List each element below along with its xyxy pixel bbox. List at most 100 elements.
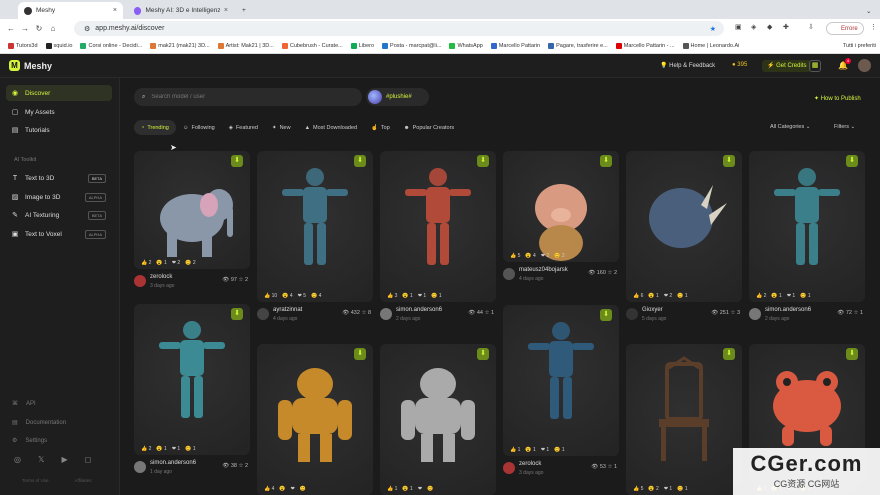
reload-icon[interactable]: ↻ [32,24,46,33]
avatar[interactable] [134,461,146,473]
model-card[interactable]: ⬇ 👍 5 😮 4 ❤ 2 😊 2 [503,151,619,262]
reaction-button[interactable]: 👍 1 [387,486,397,492]
filter-tab-top[interactable]: ☝ Top [364,120,397,135]
search-box[interactable]: ⌕ [134,88,362,106]
x-icon[interactable]: 𝕏 [38,455,44,464]
help-feedback-button[interactable]: 💡 Help & Feedback [660,62,715,69]
reaction-button[interactable]: ❤ 1 [664,486,672,492]
download-icon[interactable]: ⬇ [231,308,243,320]
discord-icon[interactable]: ◎ [14,455,21,464]
reaction-button[interactable]: 😊 1 [185,446,195,452]
creator-name[interactable]: mateusz04bojarsk [519,267,568,273]
star-icon[interactable]: ☆ [606,270,614,276]
reaction-button[interactable]: 😊 2 [554,253,564,259]
reaction-button[interactable]: ❤ 5 [298,293,306,299]
filter-tab-new[interactable]: ✦ New [265,120,298,135]
download-icon[interactable]: ⬇ [600,155,612,167]
creator-name[interactable]: simon.anderson6 [396,307,442,313]
sidebar-item-api[interactable]: ⌘ API [12,400,36,408]
extension-icon[interactable]: ◆ [767,23,772,31]
creator-name[interactable]: simon.anderson6 [150,460,196,466]
bookmark-item[interactable]: Marcello Pattarin [487,42,544,49]
reaction-button[interactable]: 😮 1 [156,446,166,452]
affiliates-link[interactable]: Affiliates [75,478,92,483]
model-card[interactable]: ⬇👍 1😮 1❤ 1😊 1 [503,305,619,456]
bookmark-item[interactable]: Home | Leonardo.Ai [679,42,744,49]
reaction-button[interactable]: 👍 2 [141,446,151,452]
how-to-publish-link[interactable]: ✦ How to Publish [814,95,861,102]
filter-tab-trending[interactable]: ◔ Trending [134,120,176,135]
sidebar-item-documentation[interactable]: ▤ Documentation [12,419,66,427]
user-avatar[interactable] [858,59,871,72]
reaction-button[interactable]: 👍 2 [141,260,151,266]
gift-icon[interactable]: ▦ [809,60,821,72]
download-icon[interactable]: ⬇ [723,348,735,360]
sidebar-item-my-assets[interactable]: ▢ My Assets [6,104,112,120]
star-icon[interactable]: ☆ [606,464,614,470]
reaction-button[interactable]: ❤ 1 [418,293,426,299]
creator-name[interactable]: ayratzinnat [273,307,302,313]
filter-tab-popular-creators[interactable]: ☻ Popular Creators [397,120,461,135]
all-categories-dropdown[interactable]: All Categories ⌄ [770,124,810,130]
star-icon[interactable]: ☆ [483,310,491,316]
creator-name[interactable]: zerolock [519,461,541,467]
model-card[interactable]: ⬇ 👍 2 😮 1 ❤ 2 😊 2 [134,151,250,269]
bookmark-item[interactable]: mak21 (mak21) 3D... [146,42,213,49]
sidebar-item-text-to-voxel[interactable]: ▣ Text to Voxel ALPHA [6,226,112,242]
reaction-button[interactable]: 👍 2 [756,293,766,299]
browser-tab-meshy[interactable]: Meshy × [18,2,123,19]
model-card[interactable]: ⬇ 👍 10 😮 4 ❤ 5 😊 4 [257,151,373,302]
download-icon[interactable]: ⬇ [846,348,858,360]
reaction-button[interactable]: 👍 5 [633,486,643,492]
reaction-button[interactable]: ❤ 2 [172,260,180,266]
reaction-button[interactable]: 😮 1 [402,486,412,492]
download-icon[interactable]: ⇩ [808,23,814,31]
reaction-button[interactable]: ❤ 2 [541,253,549,259]
plushie-promo[interactable]: #plushie# [366,88,429,106]
reaction-button[interactable]: 👍 4 [264,486,274,492]
tab-menu-icon[interactable]: ⌄ [860,2,877,19]
reaction-button[interactable]: 😊 4 [311,293,321,299]
sidebar-item-settings[interactable]: ⚙ Settings [12,437,47,445]
reaction-button[interactable]: 😮 1 [648,293,658,299]
home-icon[interactable]: ⌂ [46,24,60,33]
sidebar-item-tutorials[interactable]: ▤ Tutorials [6,122,112,138]
download-icon[interactable]: ⬇ [600,309,612,321]
avatar[interactable] [257,308,269,320]
model-card[interactable]: ⬇ 👍 1 😮 1 ❤ 😊 [380,344,496,495]
model-card[interactable]: ⬇ 👍 2 😮 1 ❤ 1 😊 1 [134,304,250,455]
filters-dropdown[interactable]: Filters ⌄ [834,124,855,130]
reaction-button[interactable]: 😊 1 [677,293,687,299]
reaction-button[interactable]: ❤ 1 [787,293,795,299]
avatar[interactable] [626,308,638,320]
reaction-button[interactable]: 😊 1 [800,293,810,299]
back-icon[interactable]: ← [4,24,18,33]
reaction-button[interactable]: 😊 1 [431,293,441,299]
extensions-puzzle-icon[interactable]: ✚ [783,23,789,31]
reaction-button[interactable]: 👍 3 [387,293,397,299]
download-icon[interactable]: ⬇ [231,155,243,167]
download-icon[interactable]: ⬇ [846,155,858,167]
url-field[interactable]: ⚙ app.meshy.ai/discover ★ [74,21,724,36]
reaction-button[interactable]: 😮 [279,486,285,492]
bookmark-item[interactable]: squid.io [42,42,77,49]
model-card[interactable]: ⬇ 👍 6 😮 1 ❤ 2 😊 1 [626,151,742,302]
bookmark-item[interactable]: Libero [347,42,378,49]
reaction-button[interactable]: 😊 1 [554,447,564,453]
bookmark-item[interactable]: WhatsApp [445,42,486,49]
reaction-button[interactable]: ❤ 1 [172,446,180,452]
reaction-button[interactable]: 😊 1 [677,486,687,492]
reaction-button[interactable]: 😮 1 [402,293,412,299]
new-tab-button[interactable]: + [236,2,252,19]
star-icon[interactable]: ☆ [237,277,245,283]
meshy-logo[interactable]: M Meshy [9,60,52,71]
model-card[interactable]: ⬇ 👍 3 😮 1 ❤ 1 😊 1 [380,151,496,302]
reaction-button[interactable]: 👍 10 [264,293,277,299]
bookmark-item[interactable]: Corsi online - Decidi... [76,42,146,49]
model-card[interactable]: ⬇ 👍 4 😮 ❤ 😊 [257,344,373,495]
close-tab-icon[interactable]: × [113,7,117,14]
filter-tab-featured[interactable]: ◈ Featured [222,120,265,135]
download-icon[interactable]: ⬇ [477,155,489,167]
instagram-icon[interactable]: ◻ [85,455,92,464]
model-card[interactable]: ⬇ 👍 2 😮 1 ❤ 1 😊 1 [749,151,865,302]
